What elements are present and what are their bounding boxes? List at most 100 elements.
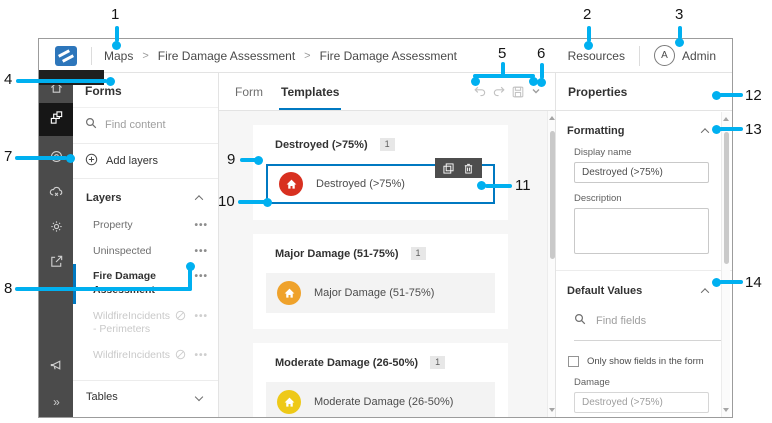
breadcrumb-map-name[interactable]: Fire Damage Assessment	[158, 49, 295, 63]
find-fields-input[interactable]	[596, 315, 686, 327]
user-menu[interactable]: Admin	[682, 49, 716, 63]
add-layers-button[interactable]: Add layers	[73, 144, 218, 179]
scroll-up-icon[interactable]	[723, 117, 729, 121]
callout-1-label: 1	[111, 6, 119, 23]
delete-button[interactable]	[463, 163, 474, 174]
forms-panel: Forms Add layers Layers Property •••	[73, 73, 219, 417]
sidebar-expand-button[interactable]: »	[39, 395, 73, 409]
destroyed-symbol-icon	[279, 172, 303, 196]
breadcrumb-maps[interactable]: Maps	[104, 49, 133, 63]
template-card-moderate-damage[interactable]: Moderate Damage (26-50%)	[266, 382, 495, 417]
moderate-damage-symbol-icon	[277, 390, 301, 414]
sidebar-item-sharing[interactable]	[39, 251, 73, 277]
sidebar-item-forms[interactable]	[39, 103, 73, 136]
save-menu-chevron-icon[interactable]	[530, 85, 544, 99]
layer-menu-icon[interactable]: •••	[194, 310, 208, 323]
plus-circle-icon	[85, 153, 98, 169]
callout-7-line	[15, 156, 67, 160]
callout-8-hline	[15, 287, 192, 291]
callout-12-label: 12	[745, 87, 762, 104]
sidebar-item-settings[interactable]	[39, 216, 73, 242]
callout-12-line	[719, 93, 743, 97]
layer-item-fire-damage-assessment[interactable]: Fire Damage Assessment •••	[73, 264, 218, 303]
sidebar-item-feedback[interactable]	[39, 355, 73, 381]
damage-field-input[interactable]	[574, 392, 709, 413]
layer-menu-icon[interactable]: •••	[194, 219, 208, 232]
find-content-search[interactable]	[73, 107, 218, 144]
only-show-fields-checkbox-row[interactable]: Only show fields in the form	[568, 356, 724, 367]
add-layers-label: Add layers	[106, 155, 158, 167]
layers-section-header[interactable]: Layers	[73, 179, 218, 213]
undo-button[interactable]	[473, 85, 487, 99]
tables-header-label: Tables	[86, 391, 118, 403]
tables-section-header[interactable]: Tables	[73, 381, 218, 413]
properties-scrollbar[interactable]	[721, 112, 730, 417]
panel-title: Properties	[556, 73, 732, 111]
basemap-section-header[interactable]: Basemap	[73, 413, 218, 417]
callout-4-line	[16, 79, 107, 83]
find-fields-search[interactable]	[574, 312, 724, 341]
callout-8-dot	[186, 262, 195, 271]
callout-8-vline	[188, 268, 192, 291]
scrollbar-thumb[interactable]	[724, 132, 729, 264]
sidebar-item-offline[interactable]	[39, 181, 73, 207]
app-window: Maps > Fire Damage Assessment > Fire Dam…	[38, 38, 733, 418]
callout-2-line	[587, 26, 591, 42]
save-button[interactable]	[511, 85, 525, 99]
description-input[interactable]	[574, 208, 709, 254]
search-icon	[85, 116, 97, 134]
default-values-section-header[interactable]: Default Values	[567, 285, 708, 297]
callout-13-line	[719, 127, 743, 131]
callout-13-label: 13	[745, 121, 762, 138]
avatar[interactable]: A	[654, 45, 675, 66]
breadcrumb-separator-icon: >	[142, 50, 148, 62]
share-icon	[49, 254, 64, 274]
redo-button[interactable]	[492, 85, 506, 99]
resources-link[interactable]: Resources	[568, 49, 625, 63]
display-name-input[interactable]	[574, 162, 709, 183]
layer-item-wildfireincidents-perimeters[interactable]: WildfireIncidents - Perimeters •••	[73, 304, 218, 343]
field-maps-logo-icon	[55, 46, 77, 66]
callout-1-dot	[112, 41, 121, 50]
template-group-major-damage: Major Damage (51-75%) 1 Major Damage (51…	[253, 234, 508, 329]
callout-5-label: 5	[498, 45, 506, 62]
search-input[interactable]	[105, 119, 205, 131]
template-label: Destroyed (>75%)	[316, 178, 405, 190]
layer-item-uninspected[interactable]: Uninspected •••	[73, 239, 218, 265]
callout-1-line	[115, 26, 119, 42]
layer-menu-icon[interactable]: •••	[194, 245, 208, 258]
template-card-major-damage[interactable]: Major Damage (51-75%)	[266, 273, 495, 313]
panel-title: Forms	[85, 84, 206, 98]
count-badge: 1	[430, 356, 445, 369]
breadcrumb: Maps > Fire Damage Assessment > Fire Dam…	[104, 49, 457, 63]
major-damage-symbol-icon	[277, 281, 301, 305]
tab-form[interactable]: Form	[233, 73, 265, 110]
template-card-destroyed[interactable]: Destroyed (>75%)	[266, 164, 495, 204]
gear-icon	[49, 219, 64, 239]
count-badge: 1	[411, 247, 426, 260]
scroll-down-icon[interactable]	[723, 408, 729, 412]
layer-item-wildfireincidents[interactable]: WildfireIncidents •••	[73, 343, 218, 371]
description-label: Description	[574, 193, 732, 204]
nav-sidebar: »	[39, 73, 73, 417]
layer-name: Fire Damage Assessment	[93, 270, 167, 297]
layer-name: Uninspected	[93, 245, 167, 259]
duplicate-button[interactable]	[443, 163, 454, 174]
formatting-section-header[interactable]: Formatting	[567, 125, 708, 137]
not-editable-icon	[175, 310, 186, 326]
callout-10-label: 10	[218, 193, 235, 210]
tab-templates[interactable]: Templates	[279, 73, 341, 110]
checkbox-icon[interactable]	[568, 356, 579, 367]
layer-name: WildfireIncidents	[93, 349, 167, 363]
layer-item-property[interactable]: Property •••	[73, 213, 218, 239]
double-chevron-right-icon: »	[53, 395, 59, 409]
cloud-x-icon	[49, 184, 64, 204]
callout-8-label: 8	[4, 280, 12, 297]
layer-menu-icon[interactable]: •••	[194, 270, 208, 283]
default-values-header-label: Default Values	[567, 285, 642, 297]
layer-menu-icon[interactable]: •••	[194, 349, 208, 362]
callout-14-label: 14	[745, 274, 762, 291]
callout-10-line	[238, 200, 266, 204]
callout-11-line	[485, 184, 512, 188]
breadcrumb-separator-icon: >	[304, 50, 310, 62]
